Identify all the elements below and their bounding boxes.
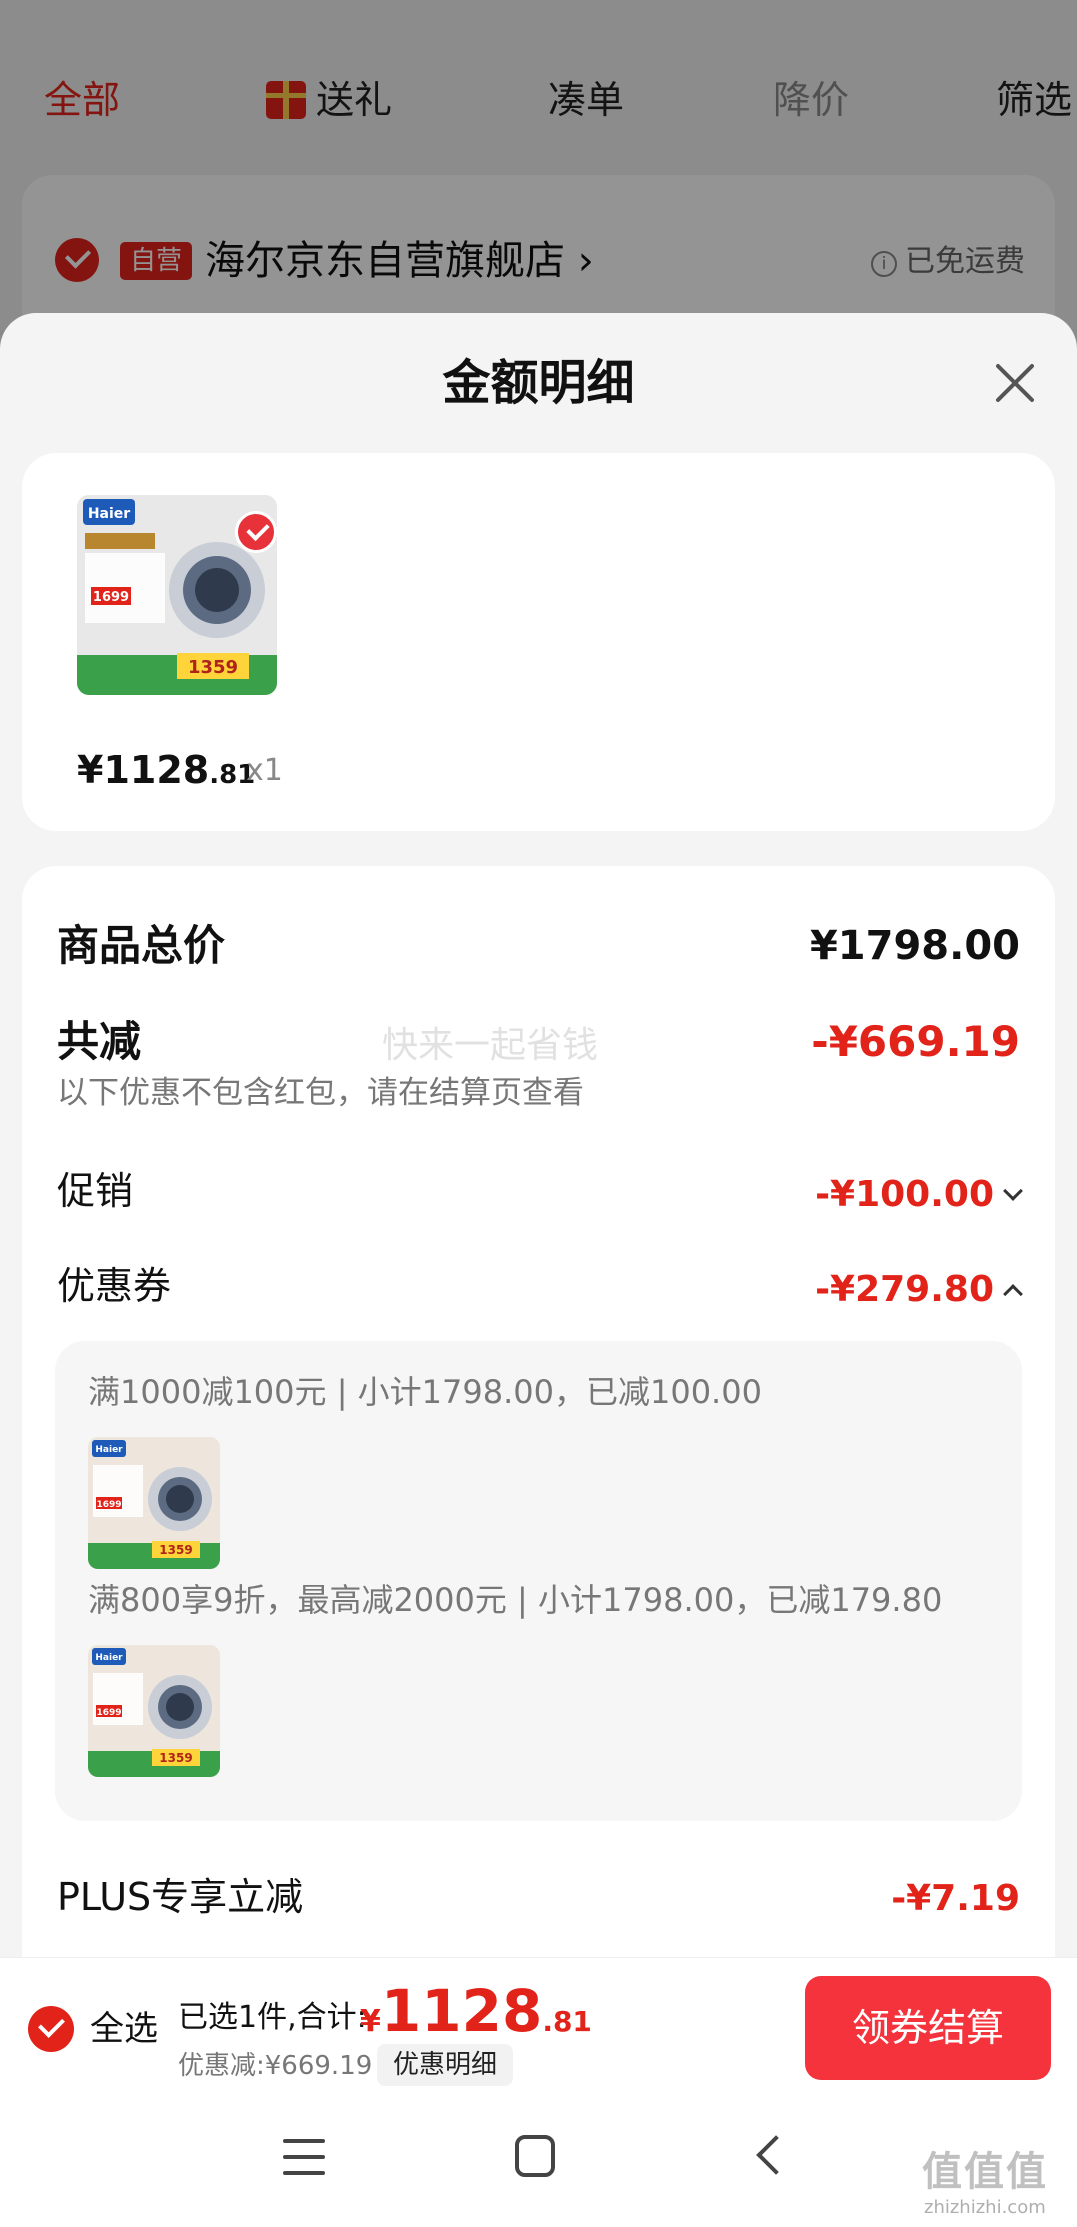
brand-logo-text: Haier	[95, 1653, 123, 1663]
total-price-decimal: .81	[542, 2005, 592, 2038]
price-detail-card: 商品总价 ¥1798.00 共减 -¥669.19 快来一起省钱 以下优惠不包含…	[22, 866, 1055, 1958]
discount-detail-button[interactable]: 优惠明细	[377, 2044, 514, 2086]
total-price-integer: 1128	[380, 1977, 543, 2045]
select-all-label[interactable]: 全选	[90, 2004, 158, 2054]
chevron-down-icon	[1003, 1181, 1023, 1201]
sheet-title: 金额明细	[442, 355, 635, 411]
washing-machine-image: Haier 1699 1359	[88, 1437, 220, 1569]
product-price: ¥1128.81	[77, 745, 255, 800]
product-quantity: x1	[246, 753, 283, 788]
total-value: ¥1798.00	[809, 923, 1020, 969]
checkout-button[interactable]: 领券结算	[805, 1976, 1051, 2080]
coupon-value: -¥279.80	[815, 1269, 994, 1310]
coupon-item-2: 满800享9折，最高减2000元 | 小计1798.00，已减179.80	[88, 1581, 943, 1619]
recent-apps-icon[interactable]	[283, 2137, 325, 2177]
coupon-toggle[interactable]: -¥279.80	[815, 1262, 1023, 1318]
thumb-price-b: 1359	[188, 657, 238, 678]
coupon-product-thumbnail: Haier 1699 1359	[88, 1437, 220, 1569]
total-label: 商品总价	[57, 921, 226, 970]
plus-value: -¥7.19	[891, 1878, 1020, 1919]
home-icon[interactable]	[515, 2135, 555, 2177]
thumb-price-b: 1359	[159, 1751, 192, 1765]
coupon-list: 满1000减100元 | 小计1798.00，已减100.00 Haier 16…	[55, 1341, 1022, 1821]
promo-value: -¥100.00	[815, 1174, 994, 1215]
thumb-price-a: 1699	[96, 1500, 121, 1510]
site-watermark-logo: 值值值	[922, 2149, 1048, 2195]
summary-prefix: 已选1件,合计:	[178, 2000, 367, 2035]
coupon-item-1: 满1000减100元 | 小计1798.00，已减100.00	[88, 1373, 762, 1411]
promo-label: 促销	[57, 1169, 134, 1213]
modal-overlay[interactable]	[0, 0, 1077, 330]
system-nav-bar: 值值值 zhizhizhi.com	[0, 2097, 1077, 2227]
product-price-main: ¥1128	[77, 748, 210, 792]
plus-label: PLUS专享立减	[57, 1875, 304, 1919]
close-icon[interactable]	[985, 353, 1045, 413]
brand-logo-text: Haier	[88, 506, 130, 522]
thumb-price-b: 1359	[159, 1543, 192, 1557]
washing-machine-image: Haier 1699 1359	[88, 1645, 220, 1777]
site-watermark-url: zhizhizhi.com	[924, 2197, 1046, 2218]
watermark-text: 快来一起省钱	[382, 1025, 599, 1066]
reduce-value: -¥669.19	[811, 1017, 1020, 1066]
selected-check-icon	[235, 511, 277, 553]
select-all-check-icon[interactable]	[28, 2006, 74, 2052]
total-price-currency: ¥	[360, 2004, 381, 2039]
brand-logo-text: Haier	[95, 1445, 123, 1455]
checkout-bar: 全选 已选1件,合计: ¥1128.81 优惠减:¥669.19 优惠明细 领券…	[0, 1957, 1077, 2097]
reduce-note: 以下优惠不包含红包，请在结算页查看	[57, 1075, 584, 1111]
coupon-label: 优惠券	[57, 1264, 172, 1308]
product-thumbnail[interactable]: Haier 1699 1359	[77, 495, 277, 695]
thumb-price-a: 1699	[96, 1708, 121, 1718]
promo-toggle[interactable]: -¥100.00	[815, 1167, 1023, 1223]
product-card: Haier 1699 1359 ¥1128.81 x1	[22, 453, 1055, 831]
thumb-price-a: 1699	[93, 590, 129, 605]
reduce-label: 共减	[57, 1017, 142, 1066]
coupon-product-thumbnail: Haier 1699 1359	[88, 1645, 220, 1777]
chevron-up-icon	[1003, 1284, 1023, 1304]
amount-detail-sheet: 金额明细 Haier 1699 1359 ¥1128.81 x1 商品总价 ¥1…	[0, 313, 1077, 1958]
back-icon[interactable]	[756, 2135, 796, 2175]
discount-summary: 优惠减:¥669.19	[178, 2051, 373, 2081]
